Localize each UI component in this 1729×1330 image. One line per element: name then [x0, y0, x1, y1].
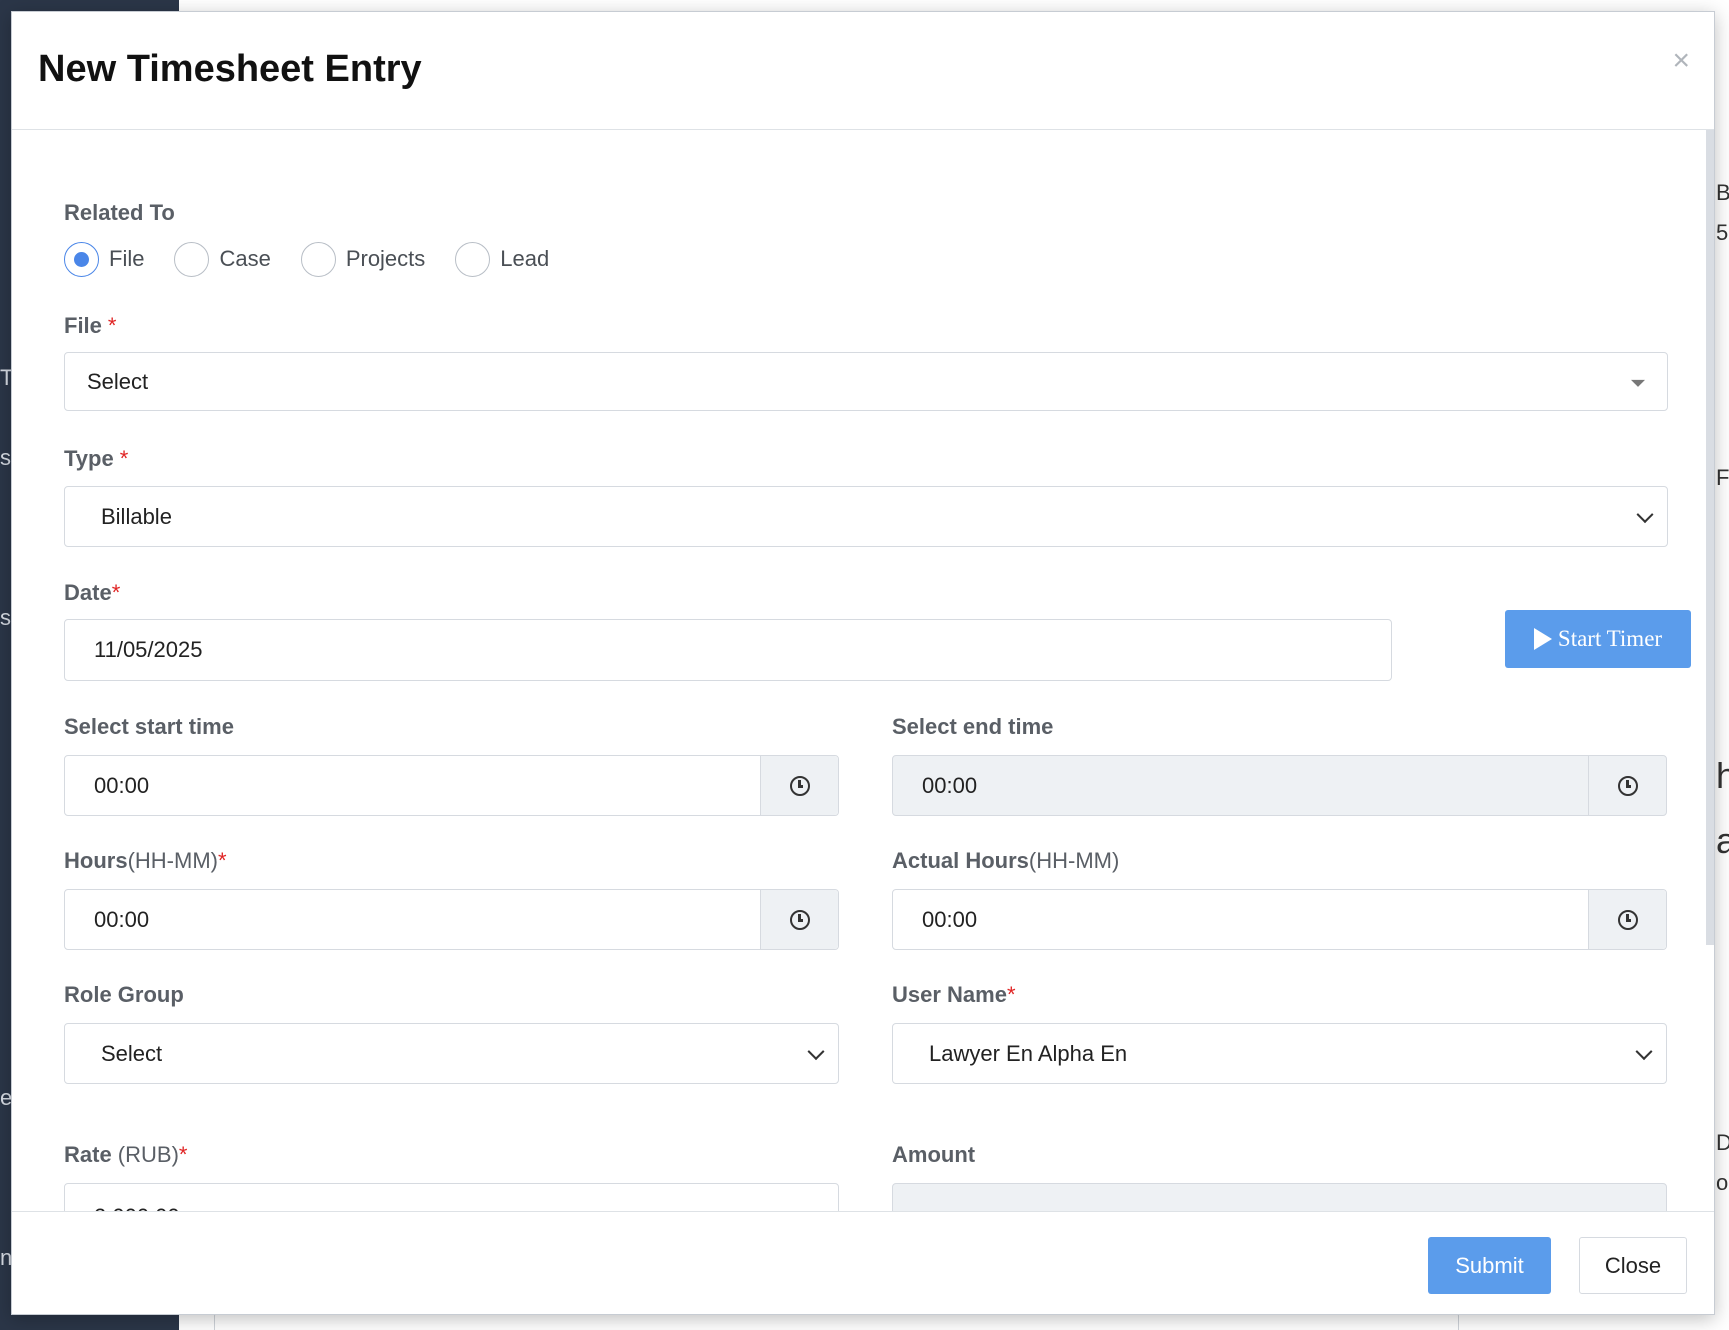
background-sidebar-text: s	[0, 445, 11, 470]
related-to-label: Related To	[64, 200, 175, 225]
clock-icon	[789, 909, 810, 930]
date-input-value: 11/05/2025	[94, 637, 203, 662]
date-input[interactable]: 11/05/2025	[64, 619, 1392, 681]
background-text: Da	[1716, 1130, 1729, 1155]
radio-case[interactable]: Case	[174, 241, 271, 277]
end-time-value: 00:00	[922, 772, 978, 798]
background-text: 5,	[1716, 220, 1729, 245]
start-time-input[interactable]: 00:00	[64, 755, 839, 816]
user-name-select[interactable]: Lawyer En Alpha En	[892, 1023, 1667, 1084]
amount-label: Amount	[892, 1142, 976, 1167]
hours-picker-button[interactable]	[760, 890, 838, 949]
file-label: File *	[64, 313, 117, 338]
user-name-label: User Name*	[892, 982, 1016, 1007]
user-name-value: Lawyer En Alpha En	[929, 1040, 1128, 1066]
hours-label: Hours(HH-MM)*	[64, 848, 227, 873]
radio-button[interactable]	[455, 241, 491, 277]
radio-button-checked[interactable]	[64, 241, 99, 277]
start-time-picker-button[interactable]	[760, 756, 838, 815]
file-select[interactable]: Select	[64, 352, 1668, 411]
radio-label-lead: Lead	[500, 246, 550, 271]
start-timer-label: Start Timer	[1557, 626, 1663, 651]
role-group-value: Select	[101, 1040, 163, 1066]
radio-button[interactable]	[174, 241, 210, 277]
hours-input[interactable]: 00:00	[64, 889, 839, 950]
modal-footer: Submit Close	[12, 1211, 1714, 1314]
close-button[interactable]: Close	[1579, 1237, 1687, 1294]
type-select-value: Billable	[101, 503, 172, 529]
start-time-label: Select start time	[64, 714, 234, 739]
close-icon[interactable]: ×	[1672, 46, 1690, 76]
radio-file[interactable]: File	[64, 241, 145, 277]
type-select[interactable]: Billable	[64, 486, 1668, 547]
amount-input	[892, 1183, 1667, 1213]
modal-header: New Timesheet Entry ×	[12, 12, 1714, 130]
background-text: F	[1716, 465, 1729, 490]
role-group-select[interactable]: Select	[64, 1023, 839, 1084]
actual-hours-label: Actual Hours(HH-MM)	[892, 848, 1120, 873]
clock-icon	[1617, 775, 1638, 796]
timesheet-modal: New Timesheet Entry × Related To File Ca…	[11, 11, 1715, 1315]
start-timer-button[interactable]: Start Timer	[1505, 610, 1691, 668]
background-text: a	[1716, 820, 1729, 861]
end-time-input: 00:00	[892, 755, 1667, 816]
play-icon	[1533, 628, 1552, 650]
submit-button[interactable]: Submit	[1428, 1237, 1551, 1294]
modal-body: Related To File Case Projects Lead File *	[12, 130, 1714, 1213]
actual-hours-value: 00:00	[922, 906, 978, 932]
background-text: or	[1716, 1170, 1729, 1195]
start-time-value: 00:00	[94, 772, 150, 798]
caret-down-icon	[1631, 379, 1645, 387]
rate-label: Rate (RUB)*	[64, 1142, 188, 1167]
modal-title: New Timesheet Entry	[38, 48, 422, 90]
radio-projects[interactable]: Projects	[300, 241, 426, 277]
background-sidebar-text: s	[0, 605, 11, 630]
clock-icon	[1617, 909, 1638, 930]
actual-hours-input[interactable]: 00:00	[892, 889, 1667, 950]
hours-value: 00:00	[94, 906, 150, 932]
radio-label-file: File	[109, 246, 145, 271]
clock-icon	[789, 775, 810, 796]
chevron-down-icon	[1635, 1042, 1653, 1060]
date-label: Date*	[64, 580, 121, 605]
end-time-label: Select end time	[892, 714, 1054, 739]
radio-label-projects: Projects	[345, 246, 426, 271]
role-group-label: Role Group	[64, 982, 184, 1007]
actual-hours-picker-button[interactable]	[1588, 890, 1666, 949]
background-text: B	[1716, 180, 1729, 205]
file-select-value: Select	[87, 368, 149, 394]
radio-label-case: Case	[219, 246, 271, 271]
chevron-down-icon	[807, 1042, 825, 1060]
modal-scrollbar-track[interactable]	[1706, 130, 1714, 945]
radio-button[interactable]	[300, 241, 336, 277]
radio-lead[interactable]: Lead	[455, 241, 550, 277]
end-time-picker-button[interactable]	[1588, 756, 1666, 815]
chevron-down-icon	[1636, 505, 1654, 523]
rate-input[interactable]: 2,000.00	[64, 1183, 839, 1213]
background-text: h	[1716, 755, 1729, 796]
related-to-radio-group: File Case Projects Lead	[64, 240, 579, 278]
type-label: Type *	[64, 446, 129, 471]
